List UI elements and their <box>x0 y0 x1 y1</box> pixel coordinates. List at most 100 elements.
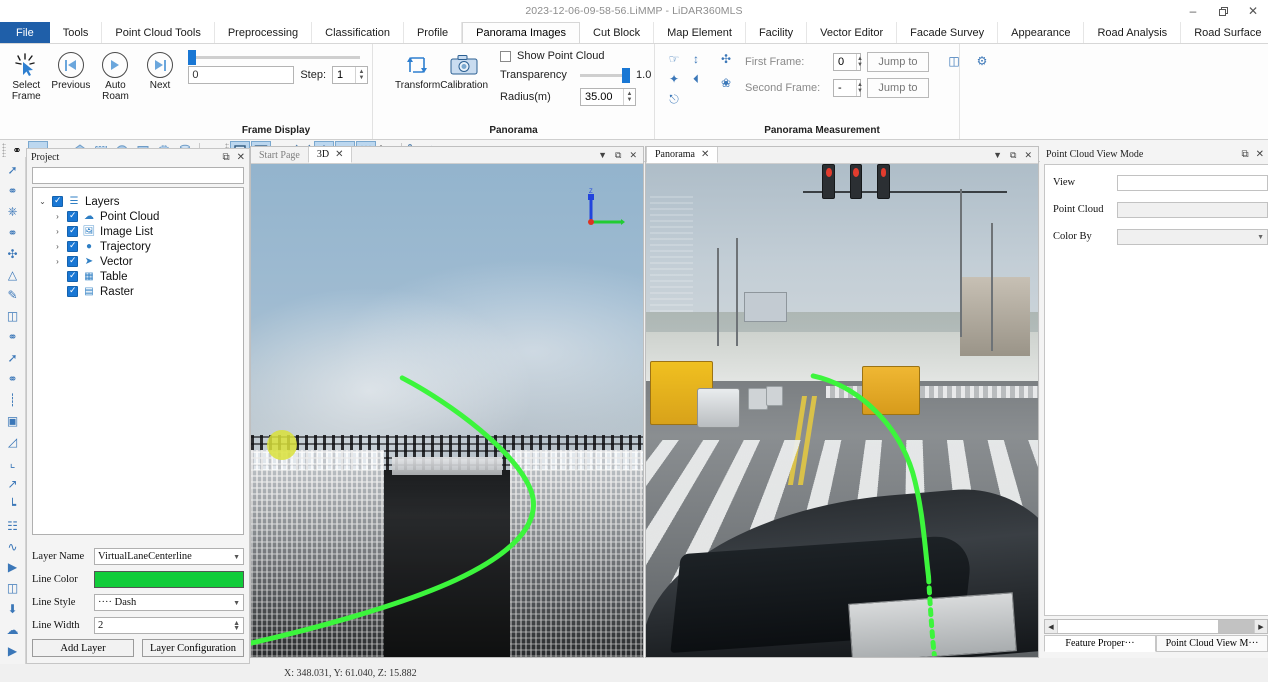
calibration-button[interactable]: Calibration <box>440 46 488 91</box>
height-measure-icon[interactable]: ↕ <box>687 50 705 68</box>
triangle-node-tool-icon[interactable]: ⚭ <box>2 369 24 389</box>
ribbon-tab-road-analysis[interactable]: Road Analysis <box>1084 22 1182 43</box>
frame-number-input[interactable]: 0 <box>188 66 295 84</box>
close-icon[interactable]: ✕ <box>701 149 709 160</box>
ribbon-tab-point-cloud-tools[interactable]: Point Cloud Tools <box>102 22 215 43</box>
image-list-checkbox[interactable] <box>67 225 78 237</box>
ribbon-tab-profile[interactable]: Profile <box>404 22 463 43</box>
line-color-swatch[interactable] <box>94 571 244 588</box>
previous-frame-button[interactable]: Previous <box>49 46 94 91</box>
panel-split-tool-icon[interactable]: ◫ <box>2 306 24 326</box>
layers-checkbox[interactable] <box>52 195 63 207</box>
vertical-lines-tool-icon[interactable]: ┊ <box>2 390 24 410</box>
tree-item-vector[interactable]: › ➤ Vector <box>37 254 239 269</box>
mirror-tool-icon[interactable]: △ <box>2 265 24 285</box>
ribbon-tab-preprocessing[interactable]: Preprocessing <box>215 22 313 43</box>
play-small-icon-2[interactable]: ▶ <box>2 641 24 661</box>
view-input[interactable] <box>1117 174 1268 191</box>
panorama-lane-centerline[interactable] <box>646 164 1038 657</box>
view-panorama-close-icon[interactable]: ✕ <box>1024 150 1032 161</box>
tree-item-raster[interactable]: ▤ Raster <box>37 284 239 299</box>
next-frame-button[interactable]: Next <box>138 46 183 91</box>
project-search-input[interactable] <box>32 167 244 184</box>
tree-item-image-list[interactable]: › 🖼 Image List <box>37 224 239 239</box>
view-3d-close-icon[interactable]: ✕ <box>629 150 637 161</box>
point-measure-icon[interactable]: ✦ <box>665 70 683 88</box>
tab-3d[interactable]: 3D ✕ <box>307 147 353 163</box>
right-panel-close-icon[interactable]: ✕ <box>1256 149 1264 160</box>
ribbon-tab-panorama-images[interactable]: Panorama Images <box>462 22 581 43</box>
transparency-slider[interactable] <box>580 67 631 83</box>
point-cluster-tool-icon[interactable]: ⚭ <box>2 181 24 201</box>
view-panorama-tablist-icon[interactable]: ▼ <box>993 150 1002 160</box>
node-link-tool-icon[interactable]: ⚭ <box>2 223 24 243</box>
ribbon-tab-classification[interactable]: Classification <box>312 22 404 43</box>
select-frame-button[interactable]: Select Frame <box>4 46 49 102</box>
close-button[interactable]: ✕ <box>1238 0 1268 22</box>
view-3d-float-icon[interactable]: ⧉ <box>615 150 621 161</box>
tree-item-point-cloud[interactable]: › ☁ Point Cloud <box>37 209 239 224</box>
ribbon-tab-vector-editor[interactable]: Vector Editor <box>807 22 898 43</box>
expand-node-tool-icon[interactable]: ✣ <box>2 244 24 264</box>
tree-item-layers[interactable]: ⌄ ☰ Layers <box>37 194 239 209</box>
lasso-tool-icon[interactable]: ✎ <box>2 286 24 306</box>
ribbon-tab-map-element[interactable]: Map Element <box>654 22 746 43</box>
eraser-icon[interactable]: ⎋ <box>665 90 683 108</box>
trajectory-checkbox[interactable] <box>67 240 78 252</box>
corner-line-tool-icon[interactable]: ⌞ <box>2 453 24 473</box>
settings-gear-icon[interactable]: ⚙ <box>973 52 991 70</box>
corner-frame-tool-icon[interactable]: ┕ <box>2 495 24 515</box>
polygon-crop-tool-icon[interactable]: ◿ <box>2 432 24 452</box>
radius-stepper[interactable]: 35.00 ▲ ▼ <box>580 88 637 106</box>
scrollbar-thumb[interactable] <box>1218 620 1254 633</box>
cloud-helper-icon[interactable]: ☁ <box>2 620 24 640</box>
point-cloud-input[interactable] <box>1117 201 1268 218</box>
line-width-stepper[interactable]: 2 ▲ ▼ <box>94 617 244 634</box>
ribbon-tab-file[interactable]: File <box>0 22 50 43</box>
vector-checkbox[interactable] <box>67 255 78 267</box>
step-stepper[interactable]: 1 ▲ ▼ <box>332 66 368 84</box>
frame-slider[interactable] <box>188 50 368 65</box>
layer-name-select[interactable]: VirtualLaneCenterline ▼ <box>94 548 244 565</box>
lane-centerline-polyline[interactable] <box>251 164 643 656</box>
raster-checkbox[interactable] <box>67 285 78 297</box>
right-panel-horizontal-scrollbar[interactable]: ◀ ▶ <box>1044 619 1268 634</box>
view-panorama-float-icon[interactable]: ⧉ <box>1010 150 1016 161</box>
restore-button[interactable] <box>1208 0 1238 22</box>
close-icon[interactable]: ✕ <box>335 149 343 160</box>
tree-item-trajectory[interactable]: › ● Trajectory <box>37 239 239 254</box>
first-frame-stepper[interactable]: 0 ▲ ▼ <box>833 53 863 71</box>
transform-button[interactable]: Transform <box>395 46 440 91</box>
second-frame-jump-button[interactable]: Jump to <box>867 78 929 98</box>
tab-point-cloud-view-mode[interactable]: Point Cloud View M··· <box>1156 635 1268 652</box>
ribbon-tab-facade-survey[interactable]: Facade Survey <box>897 22 999 43</box>
tab-panorama[interactable]: Panorama ✕ <box>646 147 719 163</box>
line-segment-tool-icon[interactable]: ➚ <box>2 348 24 368</box>
auto-roam-button[interactable]: Auto Roam <box>93 46 138 102</box>
report-tool-icon[interactable]: ◫ <box>2 578 24 598</box>
scroll-left-arrow-icon[interactable]: ◀ <box>1045 620 1058 633</box>
project-panel-close-icon[interactable]: ✕ <box>237 152 245 163</box>
crop-box-tool-icon[interactable]: ▣ <box>2 411 24 431</box>
pick-point-icon[interactable]: ☞ <box>665 50 683 68</box>
arc-tool-icon[interactable]: ⎈ <box>2 202 24 222</box>
ribbon-tab-tools[interactable]: Tools <box>50 22 103 43</box>
window-layout-icon[interactable]: ◫ <box>945 52 963 70</box>
chevron-down-icon[interactable]: ⌄ <box>37 197 48 206</box>
stepper-arrows-icon[interactable]: ▲ ▼ <box>233 619 240 631</box>
color-by-select[interactable]: ▼ <box>1117 228 1268 245</box>
branch-tool-icon[interactable]: ⚭ <box>2 327 24 347</box>
add-layer-button[interactable]: Add Layer <box>32 639 134 657</box>
panorama-canvas[interactable] <box>646 164 1038 657</box>
minimize-button[interactable]: – <box>1178 0 1208 22</box>
point-cloud-checkbox[interactable] <box>67 210 78 222</box>
tab-start-page[interactable]: Start Page <box>251 147 308 163</box>
right-panel-float-icon[interactable]: ⧉ <box>1241 149 1248 160</box>
project-panel-float-icon[interactable]: ⧉ <box>222 152 229 163</box>
ribbon-tab-facility[interactable]: Facility <box>746 22 808 43</box>
tab-feature-properties[interactable]: Feature Proper··· <box>1044 635 1156 652</box>
pick-point-tool-icon[interactable]: ➚ <box>2 160 24 180</box>
view-3d-tablist-icon[interactable]: ▼ <box>598 150 607 160</box>
chevron-right-icon[interactable]: › <box>52 242 63 251</box>
ribbon-tab-road-surface[interactable]: Road Surface <box>1181 22 1268 43</box>
